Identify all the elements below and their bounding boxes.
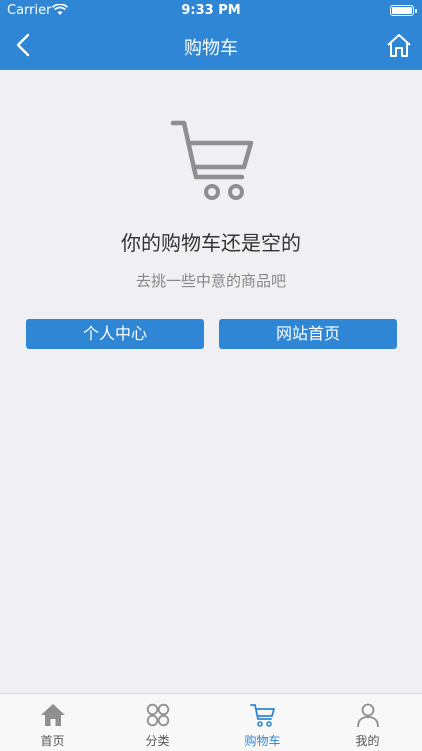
empty-cart-title: 你的购物车还是空的 bbox=[121, 231, 301, 255]
tab-mine[interactable]: 我的 bbox=[315, 694, 420, 751]
tab-home[interactable]: 首页 bbox=[0, 694, 105, 751]
cart-icon bbox=[250, 704, 275, 727]
tab-label: 分类 bbox=[145, 734, 170, 748]
battery-icon bbox=[390, 5, 417, 16]
user-icon bbox=[357, 703, 379, 728]
home-icon bbox=[41, 704, 65, 726]
empty-cart-subtitle: 去挑一些中意的商品吧 bbox=[135, 272, 286, 290]
personal-center-button[interactable]: 个人中心 bbox=[26, 319, 204, 349]
empty-cart-icon bbox=[170, 120, 254, 200]
home-icon[interactable] bbox=[386, 32, 412, 58]
page-title: 购物车 bbox=[184, 38, 238, 59]
status-bar: Carrier 9:33 PM bbox=[0, 0, 422, 22]
nav-header: Carrier 9:33 PM 购物车 bbox=[0, 0, 422, 70]
category-icon bbox=[146, 703, 170, 727]
tab-bar: 首页 分类 购物车 我的 bbox=[0, 693, 422, 751]
tab-label: 我的 bbox=[355, 734, 380, 748]
site-home-button[interactable]: 网站首页 bbox=[219, 319, 397, 349]
clock-time: 9:33 PM bbox=[181, 3, 241, 18]
tab-label: 购物车 bbox=[244, 734, 281, 748]
tab-category[interactable]: 分类 bbox=[105, 694, 210, 751]
tab-label: 首页 bbox=[40, 734, 65, 748]
tab-cart[interactable]: 购物车 bbox=[210, 694, 315, 751]
